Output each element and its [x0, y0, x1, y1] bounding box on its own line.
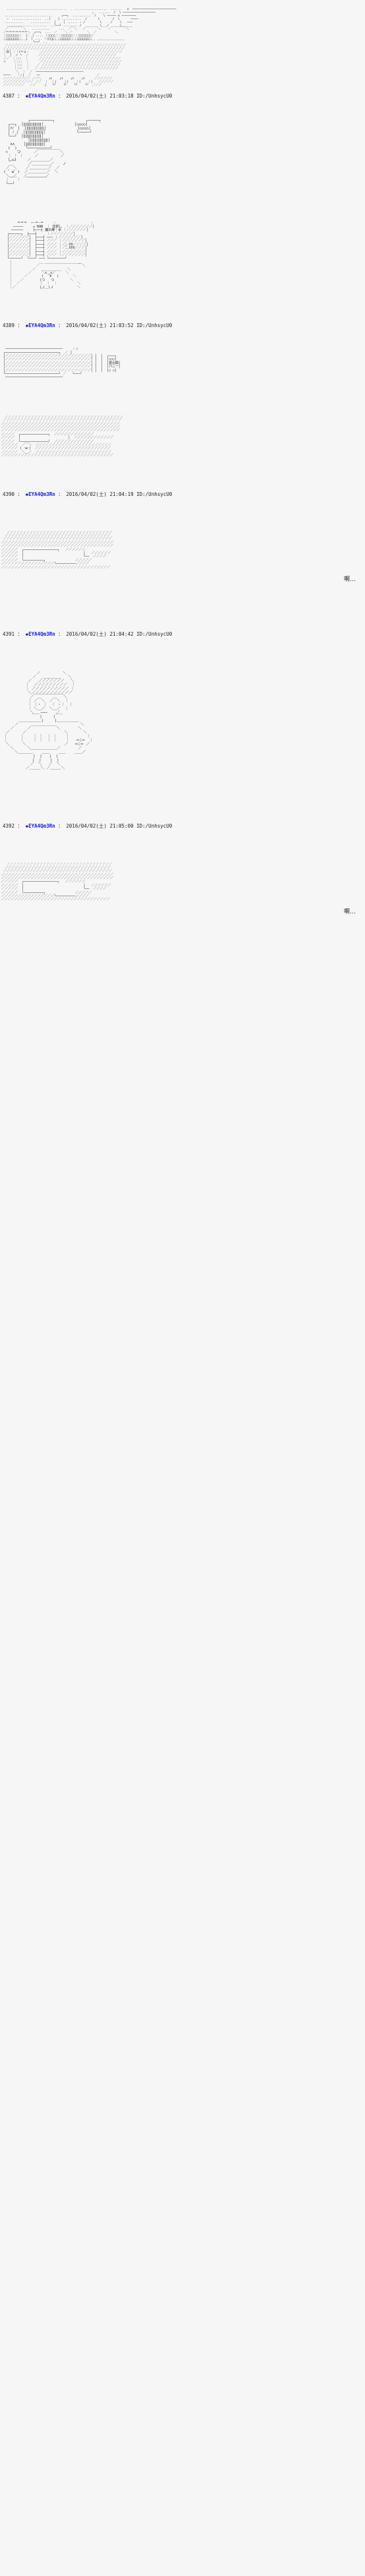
art-gap-2	[0, 294, 365, 321]
post-date: 2016/04/02(土) 21:04:19	[66, 491, 134, 497]
post-sep-1: ：	[14, 823, 26, 830]
aa-factory-lines: ───────────────────────────── ／│ ┌──────…	[3, 348, 121, 380]
post-user-id: ID:/UnhsycU0	[136, 631, 173, 638]
post-sep-1: ：	[14, 631, 26, 638]
post-header-4392: 4392 ： ◆EYA4Qm3Rn ： 2016/04/02(土) 21:05:…	[0, 821, 365, 832]
post-gap-4	[0, 640, 365, 666]
post-user-id: ID:/UnhsycU0	[136, 491, 173, 497]
post-number[interactable]: 4391	[3, 631, 14, 637]
thread-page: ................................. . ....…	[0, 0, 365, 942]
post-tripcode[interactable]: EYA4Qm3Rn	[28, 823, 55, 829]
aa-art-room: ┌──────────┐ ┌─────┐ ┌──┐ │‖‖‖‖‖‖‖‖│ │○○…	[0, 113, 365, 191]
post-sep-2: ：	[55, 823, 67, 830]
post-date: 2016/04/02(土) 21:03:18	[66, 93, 134, 100]
post-user-id: ID:/UnhsycU0	[136, 823, 173, 830]
aa-sheep-field-2: ／／／／／／／／／／／／／／／／／／／／／／／／／／／／／／／／ ／／／／／／／…	[1, 530, 114, 570]
aa-machine-scene: ＝＝＝ ─‐＝‐＝ ／￣￣￣￣￣￣￣￣￣￣＼ ───── ┬ BAR ｜ 沈却し…	[7, 222, 95, 290]
sheep-cry-annotation-1: 啊…	[343, 576, 356, 584]
sheep-cry-annotation-2: 啊…	[343, 908, 356, 915]
post-sep-2: ：	[55, 93, 67, 100]
post-number[interactable]: 4390	[3, 491, 14, 497]
post-gap	[0, 102, 365, 113]
post-sep-2: ：	[55, 322, 67, 329]
post-tripcode[interactable]: EYA4Qm3Rn	[28, 322, 55, 328]
post-header-4387: 4387 ： ◆EYA4Qm3Rn ： 2016/04/02(土) 21:03:…	[0, 91, 365, 102]
post-date: 2016/04/02(土) 21:05:00	[66, 823, 134, 830]
post-sep-1: ：	[14, 491, 26, 497]
page-bottom-gap	[0, 915, 365, 942]
post-meta-line: 4392 ： ◆EYA4Qm3Rn ： 2016/04/02(土) 21:05:…	[1, 821, 365, 832]
art-gap-3	[0, 384, 365, 411]
post-gap-5	[0, 832, 365, 858]
post-header-4391: 4391 ： ◆EYA4Qm3Rn ： 2016/04/02(土) 21:04:…	[0, 629, 365, 640]
aa-art-sheep-field-2: ／／／／／／／／／／／／／／／／／／／／／／／／／／／／／／／／ ／／／／／／／…	[0, 526, 365, 574]
post-number[interactable]: 4392	[3, 823, 14, 829]
post-number[interactable]: 4389	[3, 322, 14, 328]
aa-art-sheep-field: ／／／／／／／／／／／／／／／／／／／／／／／／／／／／／／／／／／／／ ／／／…	[0, 411, 365, 463]
post-tripcode[interactable]: EYA4Qm3Rn	[28, 631, 55, 637]
post-user-id: ID:/UnhsycU0	[136, 322, 173, 329]
aa-room-scene: ┌──────────┐ ┌─────┐ ┌──┐ │‖‖‖‖‖‖‖‖│ │○○…	[3, 118, 101, 186]
aa-creature: ／￣￣￣￣￣￣＼ ／ ＿＿＿＿＿ ＼ ／ ／／／／／／／ ＼ ｜ ／／／／／／／…	[3, 671, 94, 770]
post-sep-1: ：	[14, 322, 26, 329]
art-gap-6	[0, 775, 365, 821]
post-user-id: ID:/UnhsycU0	[136, 93, 173, 100]
post-gap-3	[0, 500, 365, 526]
aa-art-sheep-field-3: ／／／／／／／／／／／／／／／／／／／／／／／／／／／／／／／／ ／／／／／／／…	[0, 858, 365, 906]
post-gap-2	[0, 331, 365, 343]
post-meta-line: 4387 ： ◆EYA4Qm3Rn ： 2016/04/02(土) 21:03:…	[1, 91, 365, 102]
post-meta-line: 4391 ： ◆EYA4Qm3Rn ： 2016/04/02(土) 21:04:…	[1, 629, 365, 640]
post-header-4390: 4390 ： ◆EYA4Qm3Rn ： 2016/04/02(土) 21:04:…	[0, 489, 365, 500]
post-number[interactable]: 4387	[3, 93, 14, 99]
aa-art-machine: ＝＝＝ ─‐＝‐＝ ／￣￣￣￣￣￣￣￣￣￣＼ ───── ┬ BAR ｜ 沈却し…	[0, 217, 365, 294]
post-meta-line: 4389 ： ◆EYA4Qm3Rn ： 2016/04/02(土) 21:03:…	[1, 321, 365, 331]
post-sep-1: ：	[14, 93, 26, 100]
aa-sheep-field-3: ／／／／／／／／／／／／／／／／／／／／／／／／／／／／／／／／ ／／／／／／／…	[1, 863, 114, 902]
post-tripcode[interactable]: EYA4Qm3Rn	[28, 93, 55, 99]
post-date: 2016/04/02(土) 21:04:42	[66, 631, 134, 638]
art-gap-5	[0, 583, 365, 629]
post-header-4389: 4389 ： ◆EYA4Qm3Rn ： 2016/04/02(土) 21:03:…	[0, 321, 365, 331]
post-sep-2: ：	[55, 631, 67, 638]
post-tripcode[interactable]: EYA4Qm3Rn	[28, 491, 55, 497]
aa-townscape: ................................. . ....…	[3, 7, 177, 87]
aa-art-factory: ───────────────────────────── ／│ ┌──────…	[0, 343, 365, 384]
post-sep-2: ：	[55, 491, 67, 497]
art-gap	[0, 191, 365, 217]
aa-art-creature: ／￣￣￣￣￣￣＼ ／ ＿＿＿＿＿ ＼ ／ ／／／／／／／ ＼ ｜ ／／／／／／／…	[0, 666, 365, 775]
art-gap-4	[0, 463, 365, 489]
aa-sheep-field: ／／／／／／／／／／／／／／／／／／／／／／／／／／／／／／／／／／／／ ／／／…	[1, 415, 125, 458]
post-date: 2016/04/02(土) 21:03:52	[66, 322, 134, 329]
post-meta-line: 4390 ： ◆EYA4Qm3Rn ： 2016/04/02(土) 21:04:…	[1, 489, 365, 500]
aa-art-townscape: ................................. . ....…	[0, 0, 365, 91]
